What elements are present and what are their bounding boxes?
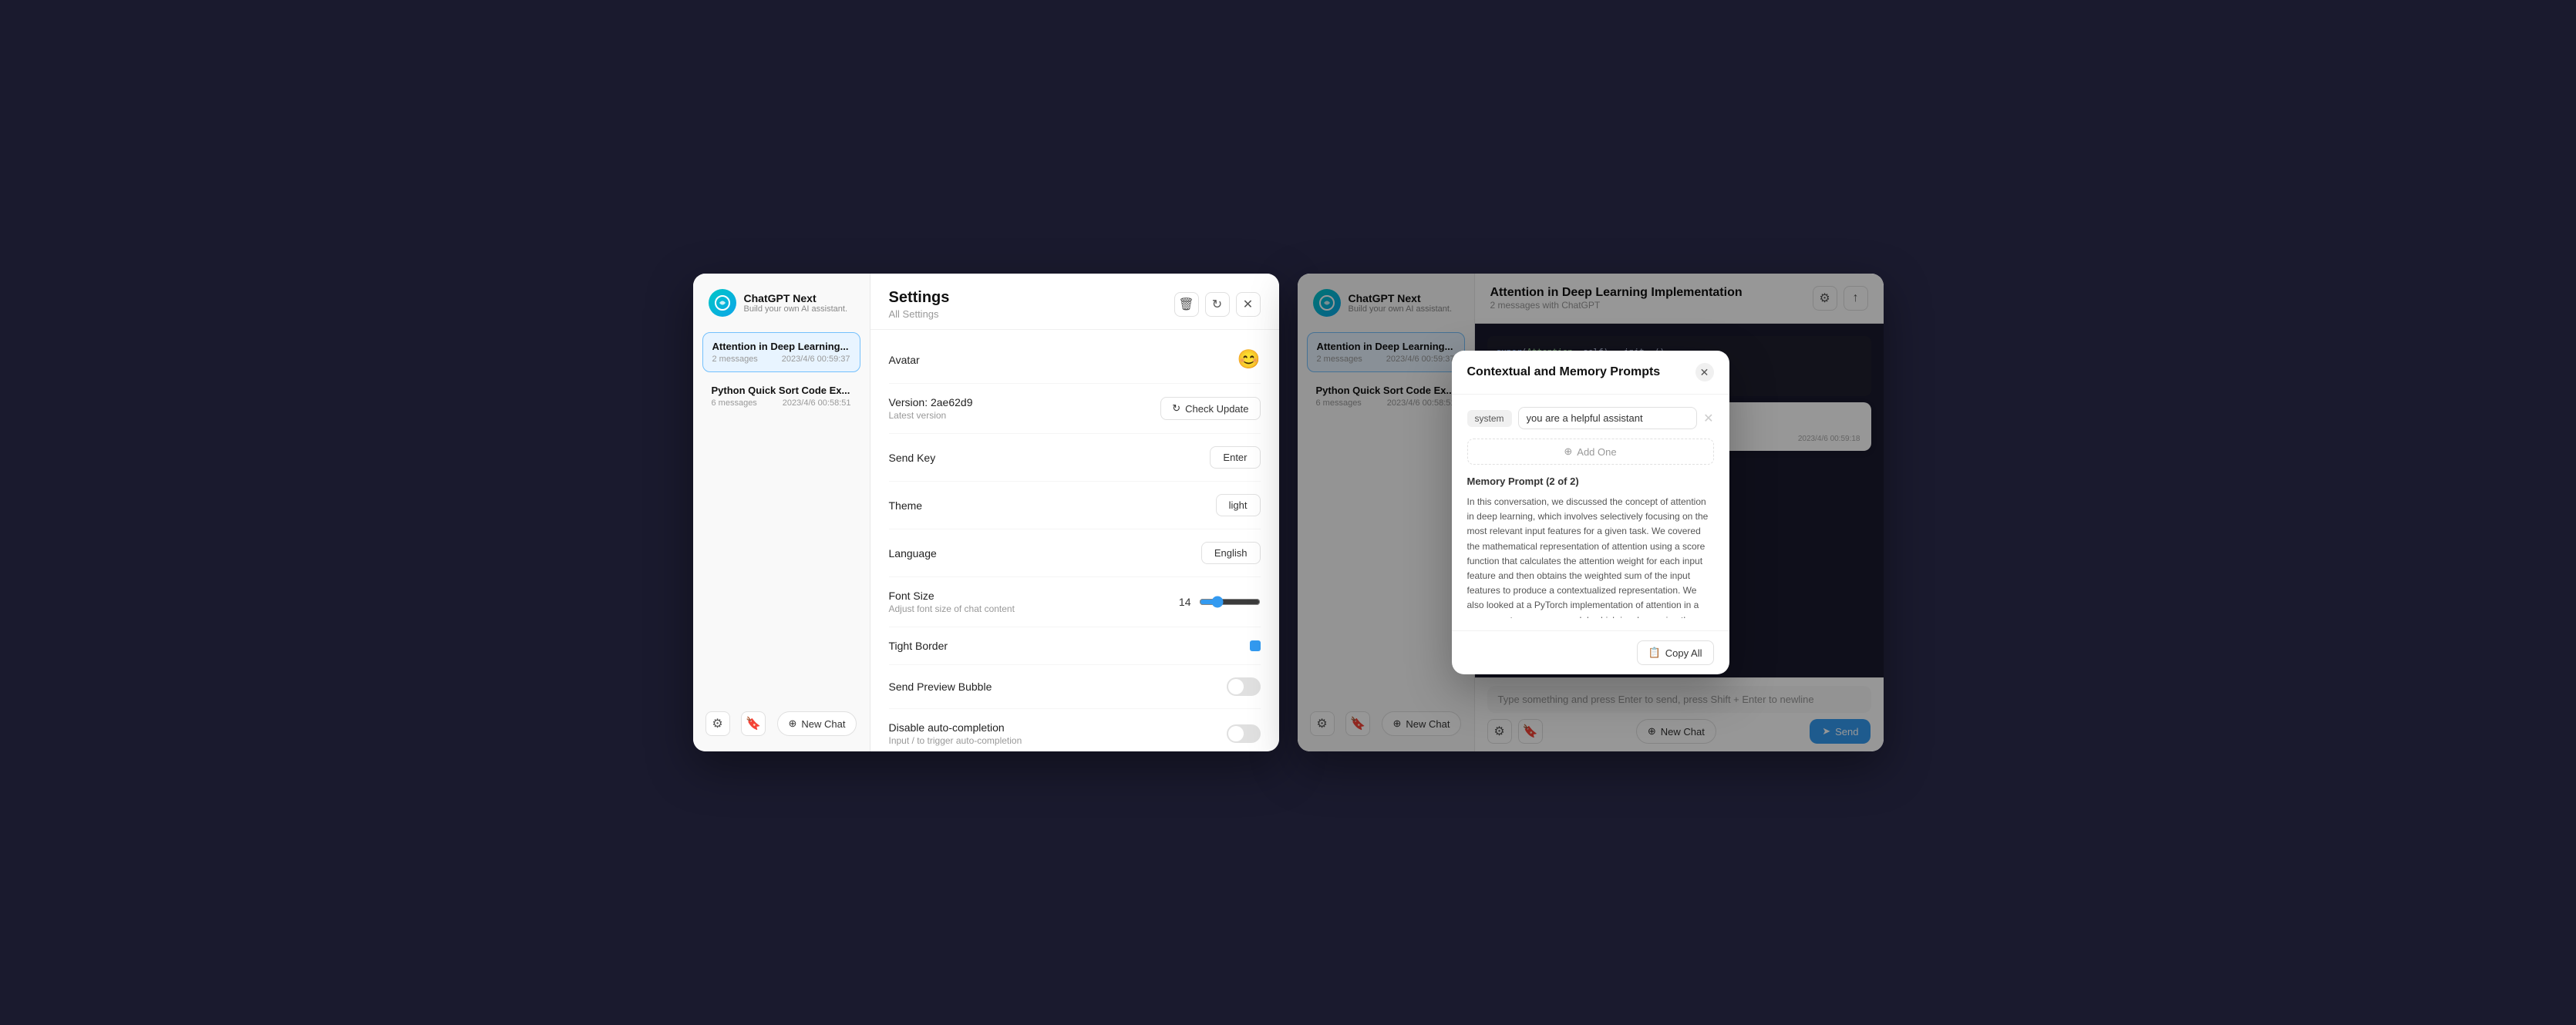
close-icon-btn[interactable]: ✕	[1236, 292, 1261, 317]
left-chat-messages-2: 6 messages	[712, 398, 757, 408]
trash-icon-btn[interactable]: 🗑	[1174, 292, 1199, 317]
delete-prompt-icon[interactable]: ✕	[1703, 411, 1713, 426]
fontsize-control: 14	[1179, 596, 1261, 608]
refresh-icon-btn[interactable]: ↻	[1205, 292, 1230, 317]
contextual-memory-modal: Contextual and Memory Prompts ✕ system ✕…	[1452, 351, 1729, 674]
settings-row-version: Version: 2ae62d9 Latest version ↻ Check …	[889, 384, 1261, 434]
memory-prompt-title: Memory Prompt (2 of 2)	[1467, 476, 1714, 487]
settings-row-theme: Theme light	[889, 482, 1261, 529]
left-app-header: ChatGPT Next Build your own AI assistant…	[702, 289, 860, 317]
settings-actions: 🗑 ↻ ✕	[1174, 292, 1261, 317]
left-chat-item-2[interactable]: Python Quick Sort Code Ex... 6 messages …	[702, 377, 860, 415]
left-new-chat-btn[interactable]: ⊕ New Chat	[777, 711, 857, 736]
left-chat-messages-1: 2 messages	[712, 355, 758, 364]
plus-icon: ⊕	[789, 718, 797, 730]
app-logo-left	[709, 289, 736, 317]
modal-body: system ✕ ⊕ Add One Memory Prompt (2 of 2…	[1452, 395, 1729, 630]
check-update-btn[interactable]: ↻ Check Update	[1160, 397, 1260, 420]
left-sidebar: ChatGPT Next Build your own AI assistant…	[693, 274, 870, 751]
modal-footer: 📋 Copy All	[1452, 630, 1729, 674]
settings-row-language: Language English	[889, 529, 1261, 577]
check-update-label: Check Update	[1185, 403, 1248, 415]
left-chat-meta-2: 6 messages 2023/4/6 00:58:51	[712, 398, 851, 408]
fontsize-label: Font Size	[889, 590, 1015, 602]
left-new-chat-label: New Chat	[801, 718, 845, 730]
fontsize-sublabel: Adjust font size of chat content	[889, 603, 1015, 614]
language-value: English	[1214, 547, 1248, 559]
fontsize-label-block: Font Size Adjust font size of chat conte…	[889, 590, 1015, 614]
sendkey-value: Enter	[1223, 452, 1247, 463]
system-prompt-row: system ✕	[1467, 407, 1714, 429]
settings-body: Avatar 😊 Version: 2ae62d9 Latest version…	[870, 330, 1279, 751]
theme-label: Theme	[889, 499, 923, 512]
left-chat-date-1: 2023/4/6 00:59:37	[782, 355, 850, 364]
memory-prompt-text: In this conversation, we discussed the c…	[1467, 495, 1714, 618]
language-value-btn[interactable]: English	[1201, 542, 1261, 564]
version-label: Version: 2ae62d9	[889, 396, 973, 408]
settings-row-avatar: Avatar 😊	[889, 336, 1261, 384]
settings-icon-btn[interactable]: ⚙	[705, 711, 730, 736]
language-label: Language	[889, 547, 937, 560]
bookmark-icon-btn[interactable]: 🔖	[741, 711, 766, 736]
copy-icon: 📋	[1648, 647, 1661, 659]
sendkey-label: Send Key	[889, 452, 936, 464]
modal-header: Contextual and Memory Prompts ✕	[1452, 351, 1729, 395]
add-one-btn[interactable]: ⊕ Add One	[1467, 439, 1714, 465]
fontsize-value: 14	[1179, 596, 1191, 608]
autocomplete-label: Disable auto-completion	[889, 721, 1022, 734]
settings-panel: Settings All Settings 🗑 ↻ ✕ Avatar 😊	[870, 274, 1279, 751]
left-chat-title-1: Attention in Deep Learning...	[712, 341, 850, 352]
plus-circle-icon: ⊕	[1564, 445, 1572, 458]
settings-title-block: Settings All Settings	[889, 289, 950, 320]
app-container: ChatGPT Next Build your own AI assistant…	[693, 274, 1884, 751]
modal-overlay: Contextual and Memory Prompts ✕ system ✕…	[1298, 274, 1884, 751]
theme-value: light	[1229, 499, 1248, 511]
autocomplete-label-block: Disable auto-completion Input / to trigg…	[889, 721, 1022, 746]
settings-row-previewbubble: Send Preview Bubble	[889, 665, 1261, 709]
version-label-block: Version: 2ae62d9 Latest version	[889, 396, 973, 421]
left-app-title-block: ChatGPT Next Build your own AI assistant…	[744, 292, 848, 314]
left-chat-date-2: 2023/4/6 00:58:51	[783, 398, 851, 408]
system-tag: system	[1467, 410, 1512, 427]
modal-close-btn[interactable]: ✕	[1695, 363, 1714, 381]
copy-all-btn[interactable]: 📋 Copy All	[1637, 640, 1714, 665]
theme-value-btn[interactable]: light	[1216, 494, 1261, 516]
settings-row-autocomplete: Disable auto-completion Input / to trigg…	[889, 709, 1261, 751]
left-sidebar-footer: ⚙ 🔖 ⊕ New Chat	[702, 711, 860, 736]
settings-window: ChatGPT Next Build your own AI assistant…	[693, 274, 1279, 751]
modal-title: Contextual and Memory Prompts	[1467, 365, 1661, 379]
fontsize-slider[interactable]	[1199, 596, 1261, 608]
settings-subtitle: All Settings	[889, 308, 950, 320]
autocomplete-toggle[interactable]	[1227, 724, 1261, 743]
tight-border-toggle[interactable]	[1250, 640, 1261, 651]
refresh-small-icon: ↻	[1172, 402, 1180, 415]
version-sublabel: Latest version	[889, 410, 973, 421]
autocomplete-sublabel: Input / to trigger auto-completion	[889, 735, 1022, 746]
settings-row-tightborder: Tight Border	[889, 627, 1261, 665]
left-chat-meta-1: 2 messages 2023/4/6 00:59:37	[712, 355, 850, 364]
previewbubble-label: Send Preview Bubble	[889, 681, 992, 693]
system-prompt-input[interactable]	[1518, 407, 1698, 429]
settings-header: Settings All Settings 🗑 ↻ ✕	[870, 274, 1279, 330]
left-app-name: ChatGPT Next	[744, 292, 848, 304]
avatar-emoji[interactable]: 😊	[1237, 348, 1261, 371]
chat-window: ChatGPT Next Build your own AI assistant…	[1298, 274, 1884, 751]
copy-all-label: Copy All	[1665, 647, 1702, 659]
tightborder-label: Tight Border	[889, 640, 948, 652]
sendkey-value-btn[interactable]: Enter	[1210, 446, 1260, 469]
avatar-label: Avatar	[889, 354, 920, 366]
left-chat-item-1[interactable]: Attention in Deep Learning... 2 messages…	[702, 332, 860, 372]
settings-window-inner: ChatGPT Next Build your own AI assistant…	[693, 274, 1279, 751]
settings-row-fontsize: Font Size Adjust font size of chat conte…	[889, 577, 1261, 627]
settings-title: Settings	[889, 289, 950, 307]
left-chat-title-2: Python Quick Sort Code Ex...	[712, 385, 851, 396]
previewbubble-toggle[interactable]	[1227, 677, 1261, 696]
add-one-label: Add One	[1577, 446, 1616, 458]
settings-row-sendkey: Send Key Enter	[889, 434, 1261, 482]
left-app-subtitle: Build your own AI assistant.	[744, 304, 848, 314]
